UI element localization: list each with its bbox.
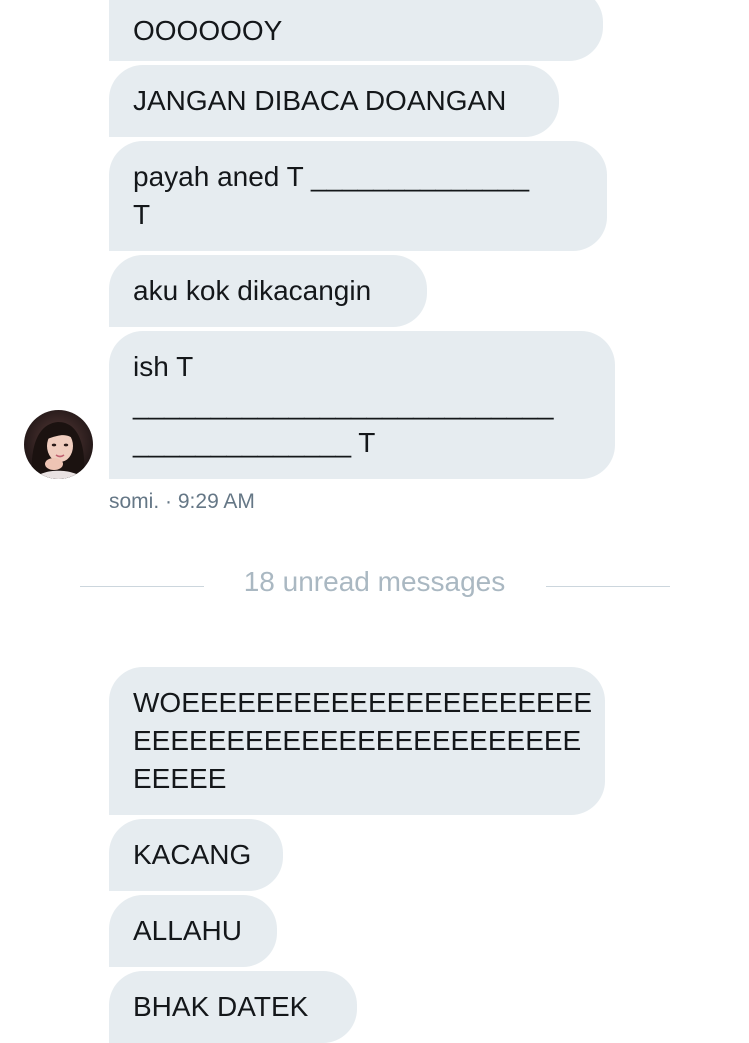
unread-divider: 18 unread messages xyxy=(243,566,506,597)
message-text: WOEEEEEEEEEEEEEEEEEEEEEE xyxy=(133,687,593,718)
message-bubble[interactable]: aku kok dikacangin xyxy=(109,255,427,327)
message-bubble[interactable]: payah aned T ______________ T xyxy=(109,141,607,251)
message-text: ish T xyxy=(133,351,194,382)
message-text: ___________________________ xyxy=(133,389,554,420)
message-text: ALLAHU xyxy=(133,915,242,946)
message-bubble[interactable]: KACANG xyxy=(109,819,283,891)
message-text: payah aned T ______________ xyxy=(133,161,530,192)
message-bubble[interactable]: JANGAN DIBACA DOANGAN xyxy=(109,65,559,137)
meta-separator: · xyxy=(165,490,173,513)
message-bubble[interactable]: OOOOOOY xyxy=(109,0,603,61)
message-text: EEEEE xyxy=(133,763,227,794)
avatar[interactable] xyxy=(24,410,93,479)
message-text: T xyxy=(133,199,151,230)
message-bubble[interactable]: ish T ___________________________ ______… xyxy=(109,331,615,479)
message-meta: somi. · 9:29 AM xyxy=(109,490,255,514)
sender-name: somi. xyxy=(109,490,160,513)
message-text: ______________ T xyxy=(133,427,376,458)
message-bubble[interactable]: BHAK DATEK xyxy=(109,971,357,1043)
message-text: aku kok dikacangin xyxy=(133,275,372,306)
message-text: JANGAN DIBACA DOANGAN xyxy=(133,85,507,116)
message-bubble[interactable]: ALLAHU xyxy=(109,895,277,967)
avatar-photo xyxy=(24,410,93,479)
message-time: 9:29 AM xyxy=(177,490,255,513)
message-text: BHAK DATEK xyxy=(133,991,309,1022)
message-text: KACANG xyxy=(133,839,252,870)
divider-line-right xyxy=(546,586,670,587)
message-bubble[interactable]: WOEEEEEEEEEEEEEEEEEEEEEE EEEEEEEEEEEEEEE… xyxy=(109,667,605,815)
message-text: EEEEEEEEEEEEEEEEEEEEEEEE xyxy=(133,725,582,756)
message-text: OOOOOOY xyxy=(133,15,283,46)
